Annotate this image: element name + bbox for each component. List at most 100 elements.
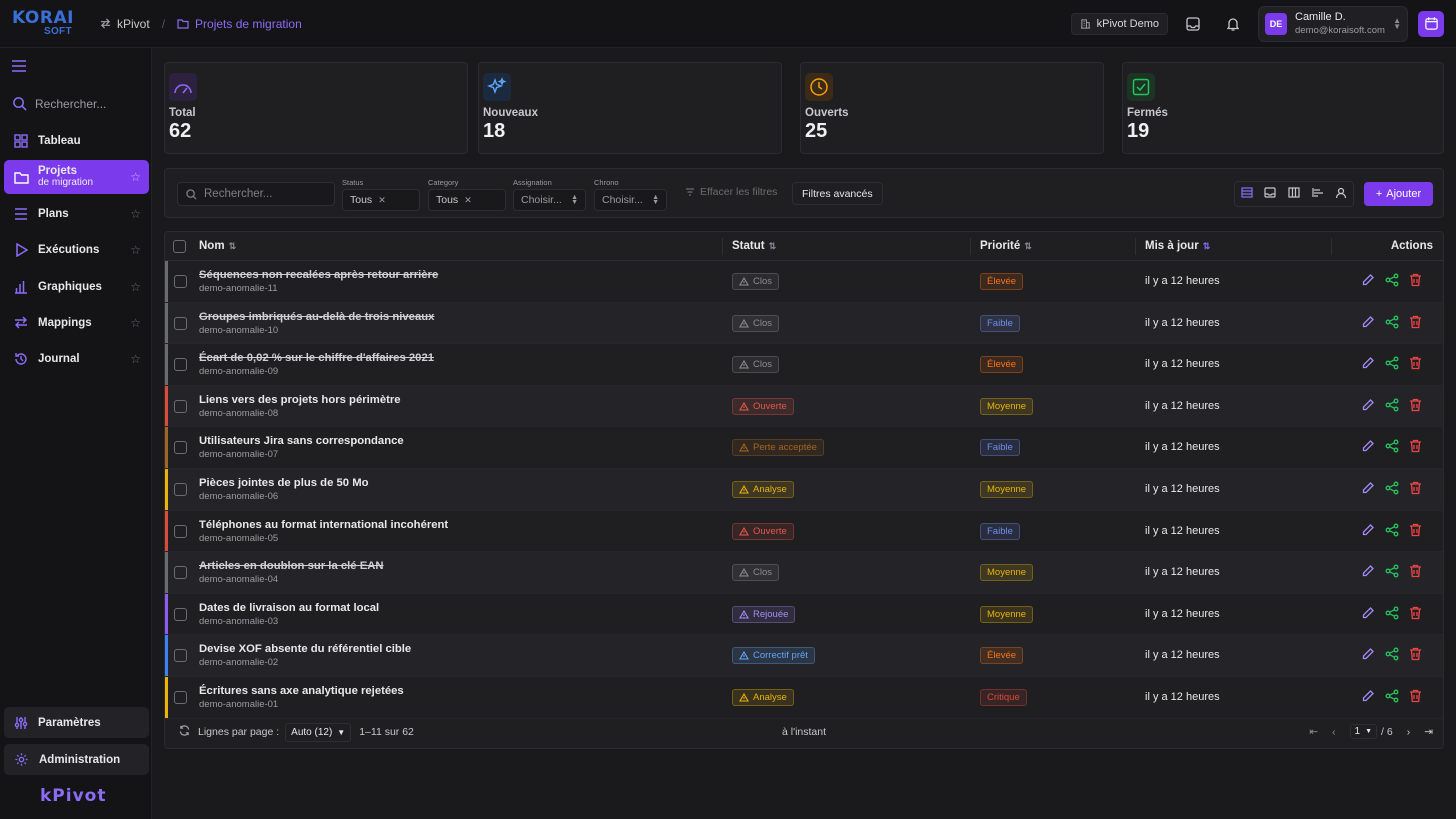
row-checkbox[interactable] [174,649,187,663]
status-badge[interactable]: Clos [732,356,780,374]
chrono-select[interactable]: Choisir... ▲ ▼ [594,189,667,211]
clear-icon[interactable]: ✕ [378,195,386,206]
row-title[interactable]: Devise XOF absente du référentiel cible [199,643,411,655]
trash-icon[interactable] [1409,356,1422,373]
share-icon[interactable] [1385,647,1399,664]
checkbox[interactable] [174,607,187,621]
trash-icon[interactable] [1409,564,1422,581]
inbox-button[interactable] [1178,9,1208,39]
status-badge[interactable]: Rejouée [732,605,796,623]
status-badge[interactable]: Ouverte [732,397,794,415]
share-icon[interactable] [1385,523,1399,540]
assignation-select[interactable]: Choisir... ▲ ▼ [513,189,586,211]
category-filter[interactable]: Category Tous ✕ [428,178,506,211]
status-badge[interactable]: Clos [732,564,780,582]
prev-page-icon[interactable]: ‹ [1332,726,1336,738]
status-badge[interactable]: Correctif prêt [732,647,815,665]
edit-icon[interactable] [1361,647,1375,664]
category-filter-box[interactable]: Tous ✕ [428,189,506,211]
row-title[interactable]: Séquences non recalées après retour arri… [199,269,438,281]
row-checkbox[interactable] [174,482,187,496]
checkbox[interactable] [174,649,187,663]
row-checkbox[interactable] [174,524,187,538]
stat-card-total[interactable]: Total 62 [164,62,468,154]
sidebar-item-projets[interactable]: Projets de migration ☆ [4,160,149,195]
status-badge[interactable]: Clos [732,273,780,290]
checkbox[interactable] [174,441,187,455]
kanban-view-icon[interactable] [1288,187,1300,201]
row-checkbox[interactable] [174,566,187,580]
row-title[interactable]: Écritures sans axe analytique rejetées [199,685,404,697]
menu-toggle[interactable] [12,60,26,75]
row-title[interactable]: Liens vers des projets hors périmètre [199,394,401,406]
table-row[interactable]: Écart de 0,02 % sur le chiffre d'affaire… [165,344,1443,386]
refresh-icon[interactable] [179,725,190,739]
sidebar-item-plans[interactable]: Plans ☆ [4,197,149,231]
edit-icon[interactable] [1361,439,1375,456]
share-icon[interactable] [1385,606,1399,623]
priority-badge[interactable]: Moyenne [980,564,1034,582]
sidebar-search[interactable]: Rechercher... [12,96,106,111]
edit-icon[interactable] [1361,398,1375,415]
status-filter-box[interactable]: Tous ✕ [342,189,420,211]
checkbox[interactable] [174,524,187,538]
edit-icon[interactable] [1361,315,1375,332]
priority-badge[interactable]: Moyenne [980,480,1034,498]
next-page-icon[interactable]: › [1407,726,1411,738]
sidebar-item-mappings[interactable]: Mappings ☆ [4,306,149,340]
column-header-status[interactable]: Statut ⇅ [732,240,776,252]
table-row[interactable]: Articles en doublon sur la clé EAN demo-… [165,552,1443,594]
workspace-selector[interactable]: kPivot Demo [1070,12,1168,35]
breadcrumb-item-current[interactable]: Projets de migration [177,17,302,31]
first-page-icon[interactable]: ⇤ [1309,726,1318,738]
star-icon[interactable]: ☆ [130,352,141,366]
share-icon[interactable] [1385,439,1399,456]
clear-icon[interactable]: ✕ [464,195,472,206]
inbox-view-icon[interactable] [1264,187,1276,201]
rows-per-page-select[interactable]: Auto (12) ▼ [285,722,352,742]
priority-badge[interactable]: Élevée [980,273,1024,290]
status-badge[interactable]: Analyse [732,688,794,706]
trash-icon[interactable] [1409,315,1422,332]
star-icon[interactable]: ☆ [130,316,141,330]
trash-icon[interactable] [1409,606,1422,623]
trash-icon[interactable] [1409,689,1422,706]
status-badge[interactable]: Ouverte [732,522,794,540]
user-view-icon[interactable] [1335,187,1347,202]
share-icon[interactable] [1385,398,1399,415]
checkbox[interactable] [174,399,187,413]
priority-badge[interactable]: Faible [980,439,1020,457]
user-menu[interactable]: DE Camille D. demo@koraisoft.com ▲ ▼ [1258,5,1408,42]
edit-icon[interactable] [1361,356,1375,373]
table-view-icon[interactable] [1241,187,1253,201]
sidebar-item-executions[interactable]: Exécutions ☆ [4,233,149,267]
priority-badge[interactable]: Faible [980,314,1020,332]
priority-badge[interactable]: Moyenne [980,605,1034,623]
table-row[interactable]: Groupes imbriqués au-delà de trois nivea… [165,302,1443,345]
share-icon[interactable] [1385,564,1399,581]
trash-icon[interactable] [1409,481,1422,498]
row-checkbox[interactable] [174,441,187,455]
share-icon[interactable] [1385,273,1399,290]
trash-icon[interactable] [1409,398,1422,415]
stat-card-ouverts[interactable]: Ouverts 25 [800,62,1104,154]
row-title[interactable]: Groupes imbriqués au-delà de trois nivea… [199,311,434,323]
add-button[interactable]: + Ajouter [1364,182,1433,206]
row-title[interactable]: Dates de livraison au format local [199,602,379,614]
priority-badge[interactable]: Critique [980,688,1027,706]
star-icon[interactable]: ☆ [130,170,141,184]
edit-icon[interactable] [1361,481,1375,498]
search-input[interactable]: Rechercher... [177,182,335,206]
table-row[interactable]: Séquences non recalées après retour arri… [165,261,1443,303]
edit-icon[interactable] [1361,606,1375,623]
breadcrumb-item-app[interactable]: kPivot [100,17,150,31]
notifications-button[interactable] [1218,9,1248,39]
trash-icon[interactable] [1409,647,1422,664]
share-icon[interactable] [1385,481,1399,498]
star-icon[interactable]: ☆ [130,207,141,221]
share-icon[interactable] [1385,356,1399,373]
calendar-button[interactable] [1418,10,1444,37]
table-row[interactable]: Écritures sans axe analytique rejetées d… [165,676,1443,719]
checkbox[interactable] [173,240,186,253]
checkbox[interactable] [174,482,187,496]
